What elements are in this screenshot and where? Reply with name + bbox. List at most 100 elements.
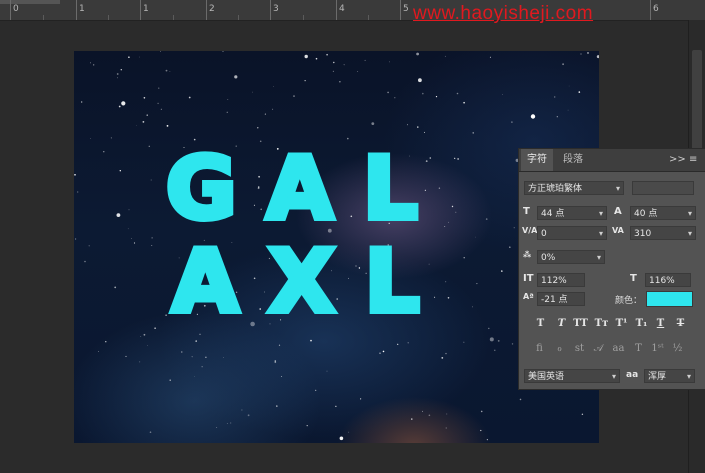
kerning-field[interactable]: 0 ▾ [537, 226, 607, 240]
star [181, 351, 183, 353]
star [456, 92, 459, 95]
star [411, 418, 413, 420]
star [121, 101, 126, 106]
tracking-icon: VA [612, 226, 624, 235]
titling-alternates-button[interactable]: T [630, 343, 647, 354]
star [119, 170, 121, 172]
font-size-field[interactable]: 44 点 ▾ [537, 206, 607, 220]
star [154, 327, 156, 329]
star [230, 422, 232, 424]
star [472, 132, 474, 134]
star [199, 333, 201, 335]
stylistic-alternates-button[interactable]: aa [610, 343, 627, 354]
underline-button[interactable]: T [652, 318, 669, 329]
star [84, 260, 86, 263]
subscript-button[interactable]: T₁ [633, 318, 650, 329]
star [425, 160, 428, 162]
ruler-minor-tick [43, 15, 44, 20]
star [139, 56, 140, 58]
fractions-button[interactable]: ½ [669, 343, 686, 354]
ruler-tick [270, 0, 271, 20]
star [438, 187, 441, 189]
star [157, 102, 159, 105]
star [480, 429, 482, 432]
star [98, 351, 99, 352]
anti-alias-select[interactable]: 浑厚 ▾ [644, 369, 695, 383]
ligatures-button[interactable]: fi [531, 343, 548, 354]
tab-paragraph[interactable]: 段落 [557, 149, 589, 171]
star [151, 237, 153, 239]
star [475, 236, 476, 238]
ruler-minor-tick [173, 15, 174, 20]
star [343, 64, 345, 66]
star [480, 410, 483, 413]
faux-italic-button[interactable]: T [553, 318, 570, 329]
tab-character[interactable]: 字符 [521, 149, 553, 171]
horizontal-ruler: 0 1 1 2 3 4 5 6 [0, 0, 705, 21]
canvas-text-line-1[interactable]: G A L [163, 143, 421, 235]
star [125, 355, 127, 357]
baseline-shift-field[interactable]: -21 点 [537, 292, 585, 306]
star [274, 361, 277, 364]
star [103, 151, 105, 153]
star [335, 405, 337, 407]
star [348, 431, 350, 433]
chevron-down-icon: ▾ [615, 184, 620, 193]
canvas-text-line-2[interactable]: A X L [169, 236, 423, 328]
superscript-button[interactable]: T¹ [613, 318, 630, 329]
leading-field[interactable]: 40 点 ▾ [630, 206, 696, 220]
baseline-shift-icon: Aª [523, 292, 534, 301]
star [110, 137, 112, 139]
star [445, 281, 447, 283]
star [118, 105, 121, 108]
star [476, 283, 478, 285]
strikethrough-button[interactable]: T [672, 318, 689, 329]
star [273, 86, 274, 87]
star [140, 336, 142, 337]
all-caps-button[interactable]: TT [572, 318, 589, 329]
star [424, 189, 426, 191]
small-caps-button[interactable]: Tт [593, 318, 610, 329]
font-style-select[interactable] [632, 181, 694, 195]
ordinals-button[interactable]: 1ˢᵗ [649, 343, 666, 354]
proportional-spacing-field[interactable]: 0% ▾ [537, 250, 605, 264]
tracking-value: 310 [634, 229, 652, 239]
star [315, 389, 317, 391]
discretionary-ligatures-button[interactable]: st [571, 343, 588, 354]
star [587, 52, 589, 54]
star [578, 91, 581, 93]
vertical-scale-field[interactable]: 112% [537, 273, 585, 287]
font-size-value: 44 点 [541, 209, 565, 219]
collapse-icon[interactable]: >> [669, 154, 686, 165]
star [445, 427, 447, 429]
contextual-alternates-button[interactable]: ℴ [551, 343, 568, 354]
star [169, 71, 171, 72]
character-panel: 字符 段落 >> ≡ 方正琥珀繁体 ▾ T 44 点 ▾ A 40 点 ▾ V/… [518, 148, 705, 390]
star [257, 127, 259, 129]
chevron-down-icon: ▾ [596, 253, 601, 262]
panel-menu-icon[interactable]: ≡ [689, 154, 697, 165]
faux-bold-button[interactable]: T [532, 318, 549, 329]
chevron-down-icon: ▾ [598, 209, 603, 218]
chevron-down-icon: ▾ [598, 229, 603, 238]
star [556, 116, 558, 118]
star [169, 379, 171, 381]
star [463, 257, 465, 259]
star [188, 96, 191, 99]
star [149, 431, 152, 434]
star [90, 62, 91, 64]
language-value: 美国英语 [528, 372, 565, 382]
font-family-value: 方正琥珀繁体 [528, 184, 583, 194]
font-family-select[interactable]: 方正琥珀繁体 ▾ [524, 181, 624, 195]
text-color-swatch[interactable] [646, 291, 693, 307]
star [509, 246, 511, 248]
star [315, 57, 318, 60]
horizontal-scale-field[interactable]: 116% [645, 273, 691, 287]
ruler-minor-tick [108, 15, 109, 20]
star [310, 339, 312, 342]
star [165, 69, 168, 72]
star [142, 121, 145, 123]
tracking-field[interactable]: 310 ▾ [630, 226, 696, 240]
language-select[interactable]: 美国英语 ▾ [524, 369, 620, 383]
swash-button[interactable]: 𝒜 [590, 343, 607, 354]
